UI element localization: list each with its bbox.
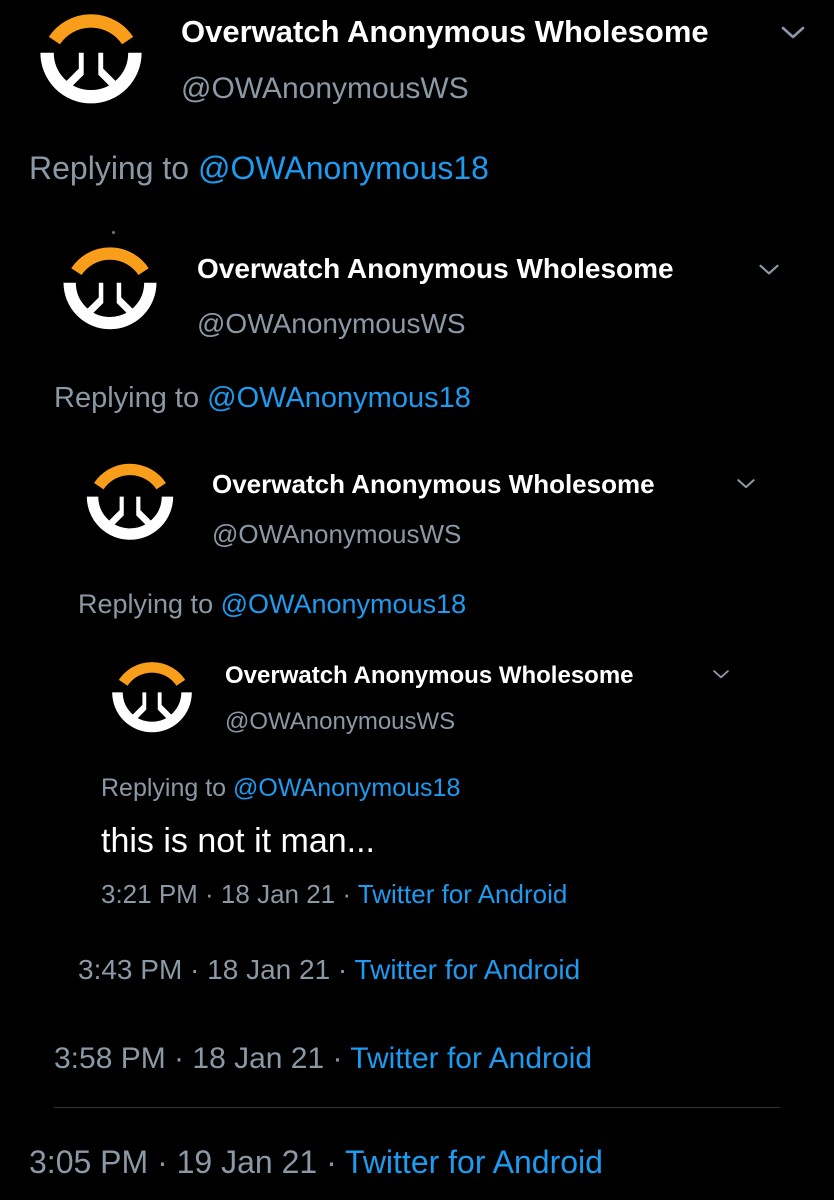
tweet-source[interactable]: Twitter for Android — [345, 1144, 603, 1180]
author-name[interactable]: Overwatch Anonymous Wholesome — [212, 469, 655, 500]
avatar[interactable] — [54, 238, 166, 350]
author-handle[interactable]: @OWAnonymousWS — [197, 308, 466, 340]
overwatch-logo-icon — [112, 662, 192, 733]
tweet-meta-level-2: 3:58 PM · 18 Jan 21 · Twitter for Androi… — [54, 1042, 592, 1076]
author-name[interactable]: Overwatch Anonymous Wholesome — [225, 662, 634, 690]
chevron-down-icon[interactable] — [712, 668, 730, 681]
replying-to: Replying to @OWAnonymous18 — [78, 589, 466, 620]
tweet-source[interactable]: Twitter for Android — [355, 954, 581, 985]
overwatch-logo-icon — [63, 247, 157, 330]
divider — [54, 1107, 780, 1108]
avatar[interactable] — [30, 4, 152, 126]
tweet-meta: 3:21 PM · 18 Jan 21 · Twitter for Androi… — [101, 879, 567, 910]
replying-to-link[interactable]: @OWAnonymous18 — [221, 589, 467, 619]
replying-prefix: Replying to — [29, 150, 190, 186]
tweet-meta-level-1: 3:05 PM · 19 Jan 21 · Twitter for Androi… — [29, 1144, 603, 1181]
tweet-text: this is not it man... — [101, 822, 375, 860]
avatar[interactable] — [78, 455, 182, 559]
replying-to: Replying to @OWAnonymous18 — [54, 382, 471, 415]
timestamp[interactable]: 3:05 PM · 19 Jan 21 · — [29, 1144, 337, 1180]
tweet-meta-level-3: 3:43 PM · 18 Jan 21 · Twitter for Androi… — [78, 954, 580, 986]
tweet-source[interactable]: Twitter for Android — [350, 1042, 592, 1075]
chevron-down-icon[interactable] — [736, 477, 756, 491]
tweet-source[interactable]: Twitter for Android — [358, 879, 568, 909]
overwatch-logo-icon — [40, 14, 142, 104]
chevron-down-icon[interactable] — [780, 24, 806, 42]
replying-prefix: Replying to — [54, 382, 200, 414]
author-name[interactable]: Overwatch Anonymous Wholesome — [181, 14, 709, 50]
timestamp[interactable]: 3:43 PM · 18 Jan 21 · — [78, 954, 347, 985]
replying-prefix: Replying to — [101, 774, 227, 802]
author-name[interactable]: Overwatch Anonymous Wholesome — [197, 253, 674, 285]
replying-to: Replying to @OWAnonymous18 — [29, 150, 489, 187]
replying-to-link[interactable]: @OWAnonymous18 — [198, 150, 489, 186]
replying-prefix: Replying to — [78, 589, 214, 619]
chevron-down-icon[interactable] — [758, 262, 780, 278]
author-handle[interactable]: @OWAnonymousWS — [212, 519, 461, 550]
divider-dot — [112, 231, 115, 234]
author-handle[interactable]: @OWAnonymousWS — [181, 72, 469, 106]
timestamp[interactable]: 3:58 PM · 18 Jan 21 · — [54, 1042, 343, 1075]
replying-to-link[interactable]: @OWAnonymous18 — [207, 382, 471, 414]
replying-to-link[interactable]: @OWAnonymous18 — [233, 774, 460, 802]
author-handle[interactable]: @OWAnonymousWS — [225, 708, 455, 736]
timestamp[interactable]: 3:21 PM · 18 Jan 21 · — [101, 879, 351, 909]
avatar[interactable] — [104, 654, 200, 750]
replying-to: Replying to @OWAnonymous18 — [101, 774, 460, 803]
overwatch-logo-icon — [86, 463, 174, 540]
